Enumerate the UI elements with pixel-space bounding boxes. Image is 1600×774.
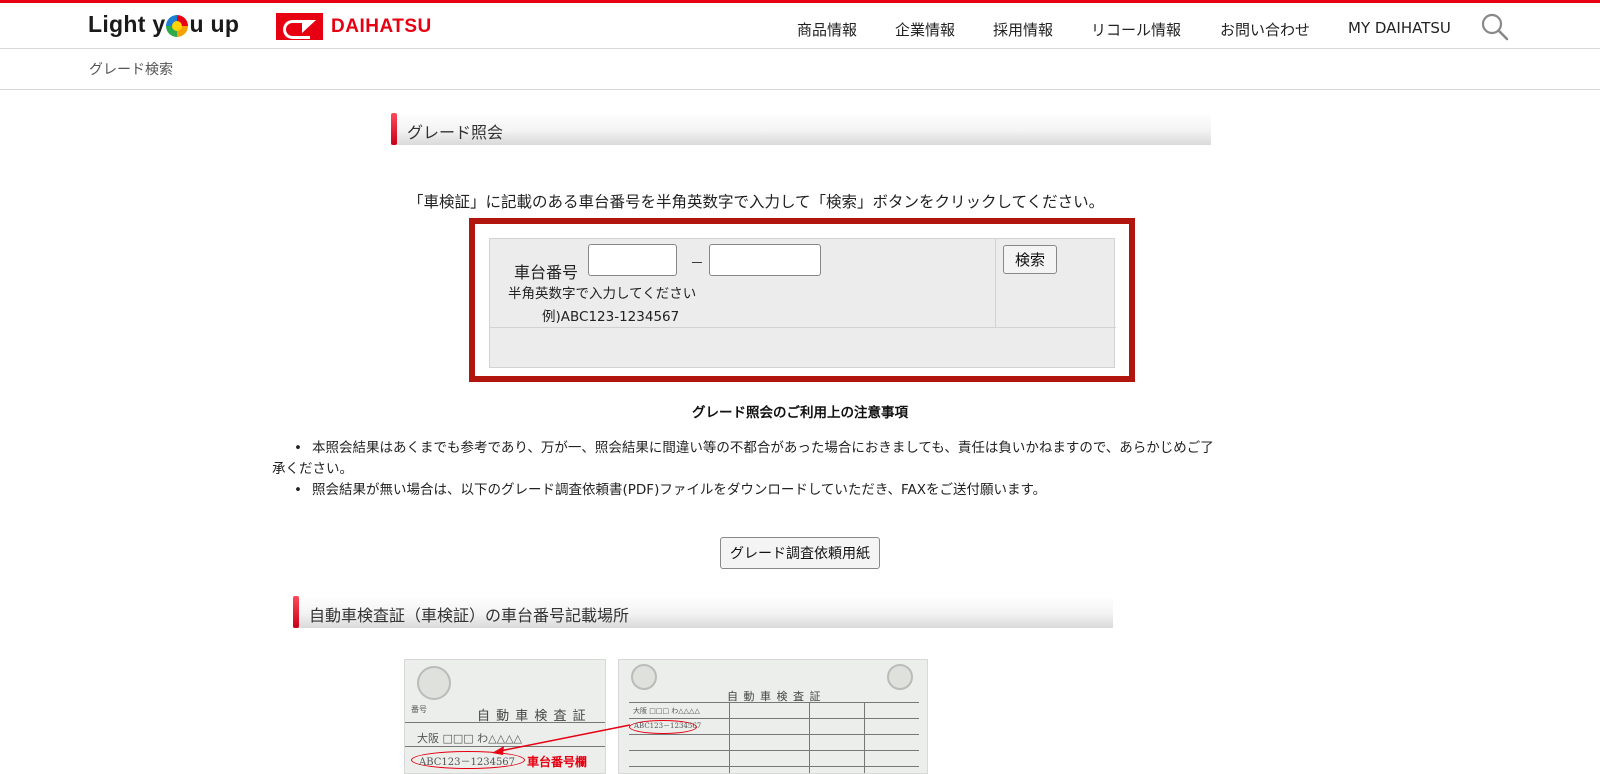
table-divider: [490, 327, 1116, 328]
table-divider: [995, 239, 996, 327]
section-header-vin-location: 自動車検査証（車検証）の車台番号記載場所: [293, 596, 1113, 628]
grade-request-form-button[interactable]: グレード調査依頼用紙: [720, 537, 880, 569]
vin-separator: －: [690, 256, 704, 272]
vin-label: 車台番号: [514, 263, 579, 282]
vin-example: 例)ABC123-1234567: [542, 309, 680, 325]
breadcrumb[interactable]: グレード検索: [89, 59, 173, 79]
search-icon[interactable]: [1480, 12, 1510, 42]
logo-text-start: Light y: [88, 11, 166, 37]
section-header-grade-inquiry: グレード照会: [391, 113, 1211, 145]
vin-hint: 半角英数字で入力してください: [508, 286, 697, 302]
note-text: 本照会結果はあくまでも参考であり、万が一、照会結果に間違い等の不都合があった場合…: [312, 440, 1214, 456]
breadcrumb-divider: [0, 89, 1600, 90]
list-item: 照会結果が無い場合は、以下のグレード調査依頼書(PDF)ファイルをダウンロードし…: [292, 480, 1282, 501]
daihatsu-mark-icon: [276, 13, 323, 40]
notes-title: グレード照会のご利用上の注意事項: [692, 405, 908, 421]
logo-text-end: u up: [189, 11, 240, 37]
note-continuation: 承ください。: [272, 461, 353, 477]
notes-list: 本照会結果はあくまでも参考であり、万が一、照会結果に間違い等の不都合があった場合…: [272, 438, 1282, 501]
logo-color-ring-icon: [166, 14, 189, 37]
nav-item-my-daihatsu[interactable]: MY DAIHATSU: [1348, 19, 1451, 37]
nav-item-company[interactable]: 企業情報: [895, 19, 955, 40]
nav-item-products[interactable]: 商品情報: [797, 19, 857, 40]
header-divider: [0, 48, 1600, 49]
nav-item-recall[interactable]: リコール情報: [1091, 19, 1181, 40]
note-text: 照会結果が無い場合は、以下のグレード調査依頼書(PDF)ファイルをダウンロードし…: [312, 482, 1047, 498]
vin-number-input[interactable]: [709, 244, 821, 276]
section-accent-bar: [391, 113, 397, 145]
site-header: Light y u up DAIHATSU 商品情報 企業情報 採用情報 リコール…: [0, 3, 1600, 48]
vin-prefix-input[interactable]: [588, 244, 677, 276]
instruction-text: 「車検証」に記載のある車台番号を半角英数字で入力して「検索」ボタンをクリックして…: [408, 193, 1105, 211]
nav-item-contact[interactable]: お問い合わせ: [1220, 19, 1310, 40]
section-accent-bar: [293, 596, 299, 628]
list-item: 本照会結果はあくまでも参考であり、万が一、照会結果に間違い等の不都合があった場合…: [292, 438, 1282, 459]
section-title: グレード照会: [407, 123, 504, 142]
search-button[interactable]: 検索: [1003, 245, 1057, 274]
nav-item-recruit[interactable]: 採用情報: [993, 19, 1053, 40]
callout-arrow-icon: [492, 724, 631, 755]
brand-name: DAIHATSU: [331, 15, 432, 37]
section-title: 自動車検査証（車検証）の車台番号記載場所: [309, 606, 630, 625]
light-you-up-logo[interactable]: Light y u up: [88, 11, 239, 38]
vin-form-table: 車台番号 － 半角英数字で入力してください 例)ABC123-1234567 検…: [489, 238, 1116, 368]
daihatsu-logo[interactable]: DAIHATSU: [276, 13, 432, 40]
vin-search-form: 車台番号 － 半角英数字で入力してください 例)ABC123-1234567 検…: [469, 218, 1135, 382]
